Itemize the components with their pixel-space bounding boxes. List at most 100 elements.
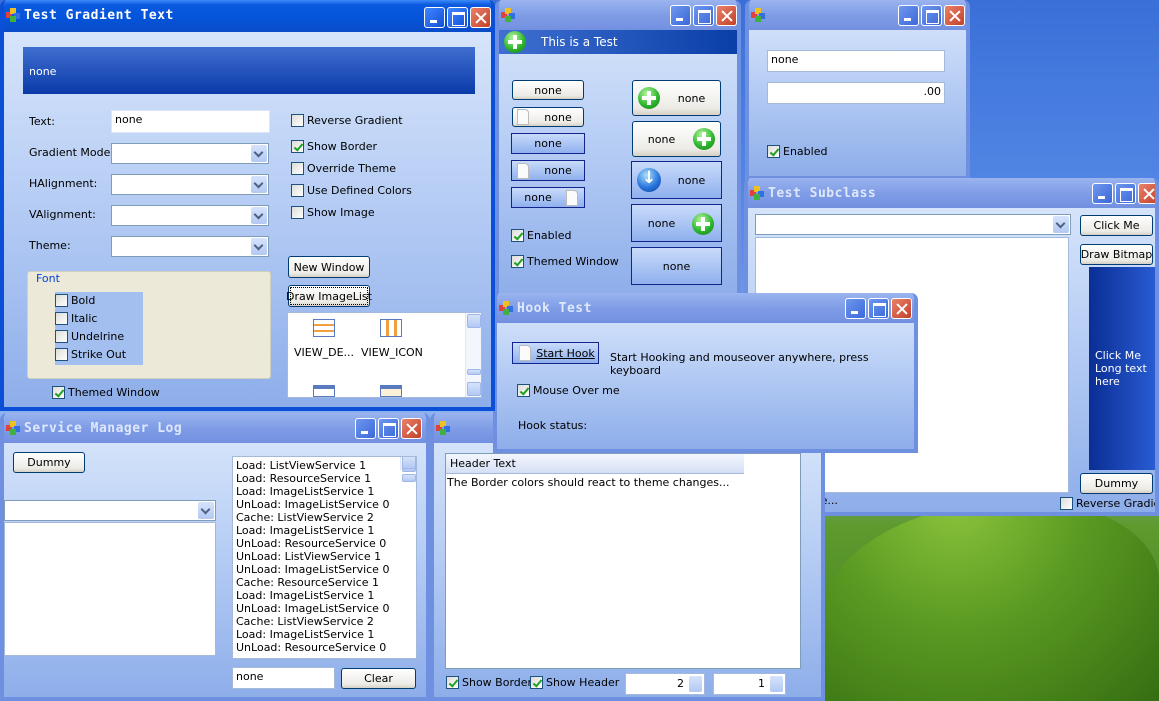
scroll-down-icon[interactable]	[467, 382, 481, 396]
minimize-button[interactable]	[670, 5, 691, 26]
maximize-button[interactable]	[868, 298, 889, 319]
log-item[interactable]: Load: ImageListService 1	[236, 628, 413, 641]
themed-window-checkbox[interactable]: Themed Window	[511, 255, 619, 268]
log-item[interactable]: UnLoad: ResourceService 0	[236, 537, 413, 550]
close-button[interactable]	[944, 5, 965, 26]
right-button-4[interactable]: none	[631, 204, 722, 242]
spin-box-1[interactable]: 2	[625, 673, 705, 695]
log-item[interactable]: UnLoad: ResourceService 0	[236, 641, 413, 654]
chevron-down-icon[interactable]	[251, 207, 267, 224]
column-header[interactable]: Header Text	[446, 454, 744, 474]
log-item[interactable]: Load: ImageListService 1	[236, 589, 413, 602]
minimize-button[interactable]	[845, 298, 866, 319]
scroll-up-icon[interactable]	[467, 314, 481, 328]
close-button[interactable]	[470, 7, 491, 28]
show-header-checkbox[interactable]: Show Header	[530, 676, 619, 689]
mouse-over-checkbox[interactable]: Mouse Over me	[517, 384, 620, 397]
maximize-button[interactable]	[921, 5, 942, 26]
title-bar[interactable]: Hook Test	[497, 293, 914, 323]
chevron-down-icon[interactable]	[1053, 216, 1069, 233]
show-border-checkbox[interactable]: Show Border	[446, 676, 532, 689]
override-theme-checkbox[interactable]: Override Theme	[291, 162, 396, 175]
image-item-label[interactable]: VIEW_ICON	[361, 346, 423, 359]
left-button-5[interactable]: none	[511, 187, 585, 208]
log-input[interactable]: none	[232, 667, 335, 689]
image-item-label[interactable]: VIEW_DE...	[294, 346, 354, 359]
left-button-4[interactable]: none	[511, 160, 585, 181]
show-image-checkbox[interactable]: Show Image	[291, 206, 375, 219]
maximize-button[interactable]	[693, 5, 714, 26]
scrollbar[interactable]	[465, 313, 481, 397]
close-button[interactable]	[891, 298, 912, 319]
log-item[interactable]: Load: ResourceService 1	[236, 472, 413, 485]
up-down-arrows-icon[interactable]	[770, 676, 783, 692]
log-item[interactable]: Load: ImageListService 1	[236, 524, 413, 537]
right-button-5[interactable]: none	[631, 247, 722, 285]
left-button-2[interactable]: none	[512, 107, 584, 127]
log-item[interactable]: Cache: ListViewService 2	[236, 615, 413, 628]
gradient-mode-select[interactable]	[111, 143, 269, 164]
chevron-down-icon[interactable]	[251, 145, 267, 162]
scroll-thumb[interactable]	[402, 474, 416, 482]
bold-checkbox[interactable]: Bold	[55, 294, 95, 307]
maximize-button[interactable]	[1115, 183, 1136, 204]
list-box[interactable]	[4, 522, 216, 656]
new-window-button[interactable]: New Window	[288, 256, 370, 278]
use-defined-colors-checkbox[interactable]: Use Defined Colors	[291, 184, 412, 197]
log-item[interactable]: Load: ListViewService 1	[236, 459, 413, 472]
log-item[interactable]: UnLoad: ListViewService 1	[236, 550, 413, 563]
up-down-arrows-icon[interactable]	[689, 676, 702, 692]
dummy-button[interactable]: Dummy	[13, 452, 85, 473]
minimize-button[interactable]	[898, 5, 919, 26]
log-list[interactable]: Load: ListViewService 1 Load: ResourceSer…	[232, 456, 417, 659]
enabled-checkbox[interactable]: Enabled	[511, 229, 571, 242]
halignment-select[interactable]	[111, 174, 269, 195]
maximize-button[interactable]	[378, 418, 399, 439]
title-bar[interactable]: Test Subclass	[748, 178, 1155, 208]
themed-window-checkbox[interactable]: Themed Window	[52, 386, 160, 399]
enabled-checkbox[interactable]: Enabled	[767, 145, 827, 158]
combo-box[interactable]	[755, 214, 1071, 235]
title-bar[interactable]	[749, 0, 966, 30]
draw-imagelist-button[interactable]: Draw ImageList	[286, 285, 372, 307]
text-input[interactable]: none	[111, 110, 270, 133]
log-item[interactable]: Cache: ResourceService 1	[236, 576, 413, 589]
scrollbar[interactable]	[400, 457, 416, 482]
spin-box-2[interactable]: 1	[713, 673, 786, 695]
log-item[interactable]: Load: ImageListService 1	[236, 485, 413, 498]
scroll-thumb[interactable]	[467, 369, 481, 375]
log-item[interactable]: UnLoad: ImageListService 0	[236, 563, 413, 576]
number-field[interactable]: .00	[767, 82, 945, 104]
minimize-button[interactable]	[355, 418, 376, 439]
italic-checkbox[interactable]: Italic	[55, 312, 97, 325]
right-button-1[interactable]: none	[632, 80, 721, 116]
log-item[interactable]: Cache: ListViewService 2	[236, 511, 413, 524]
clear-button[interactable]: Clear	[341, 668, 416, 689]
right-button-2[interactable]: none	[632, 121, 721, 157]
left-button-3[interactable]: none	[511, 133, 585, 154]
maximize-button[interactable]	[447, 7, 468, 28]
start-hook-button[interactable]: Start Hook	[512, 342, 599, 364]
underline-checkbox[interactable]: Undelrine	[55, 330, 124, 343]
theme-select[interactable]	[111, 236, 269, 257]
close-button[interactable]	[401, 418, 422, 439]
scroll-down-icon[interactable]	[402, 457, 416, 469]
right-button-3[interactable]: none	[631, 161, 722, 199]
title-bar[interactable]	[499, 0, 737, 30]
valignment-select[interactable]	[111, 205, 269, 226]
chevron-down-icon[interactable]	[251, 238, 267, 255]
show-border-checkbox[interactable]: Show Border	[291, 140, 377, 153]
dummy-button[interactable]: Dummy	[1080, 473, 1153, 494]
combo-box[interactable]	[4, 500, 216, 521]
close-button[interactable]	[1138, 183, 1155, 204]
gradient-label-panel[interactable]: Click Me Long text here	[1089, 267, 1155, 470]
log-item[interactable]: UnLoad: ImageListService 0	[236, 602, 413, 615]
image-list-view[interactable]: VIEW_DE... VIEW_ICON	[287, 312, 482, 398]
title-bar[interactable]: Service Manager Log	[4, 413, 426, 443]
text-field[interactable]: none	[767, 50, 945, 72]
draw-bitmap-button[interactable]: Draw Bitmap	[1080, 244, 1153, 265]
minimize-button[interactable]	[424, 7, 445, 28]
title-bar[interactable]: Test Gradient Text	[4, 0, 491, 32]
left-button-1[interactable]: none	[512, 80, 584, 100]
strike-out-checkbox[interactable]: Strike Out	[55, 348, 126, 361]
